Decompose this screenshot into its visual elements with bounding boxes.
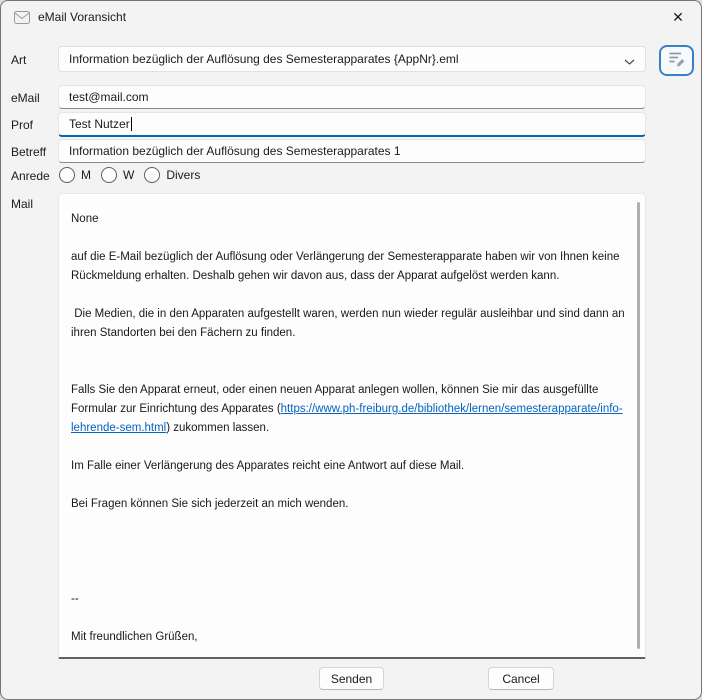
anrede-radio-group: M W Divers [59,165,210,185]
send-button[interactable]: Senden [319,667,384,690]
vertical-scrollbar[interactable] [637,202,640,649]
betreff-input[interactable]: Information bezüglich der Auflösung des … [58,139,646,163]
edit-template-button[interactable] [659,45,694,76]
email-label: eMail [11,91,40,105]
prof-input[interactable]: Test Nutzer [58,112,646,137]
betreff-input-value: Information bezüglich der Auflösung des … [69,144,401,158]
radio-icon [59,167,75,183]
radio-option-m[interactable]: M [59,167,91,183]
chevron-down-icon [624,55,635,69]
radio-label-m: M [81,168,91,182]
radio-option-w[interactable]: W [101,167,134,183]
email-input-value: test@mail.com [69,90,149,104]
prof-input-value: Test Nutzer [69,117,130,131]
mail-label: Mail [11,197,33,211]
mail-text-after-link: ) zukommen lassen. Im Falle einer Verlän… [71,422,464,653]
mail-text-before-link: None auf die E-Mail bezüglich der Auflös… [71,213,628,415]
window-title: eMail Voransicht [38,10,126,24]
envelope-icon [14,11,30,29]
anrede-label: Anrede [11,169,50,183]
radio-option-divers[interactable]: Divers [144,167,200,183]
art-combobox[interactable]: Information bezüglich der Auflösung des … [58,46,646,72]
radio-label-divers: Divers [166,168,200,182]
close-button[interactable]: ✕ [663,5,693,29]
art-label: Art [11,53,26,67]
art-combobox-value: Information bezüglich der Auflösung des … [69,52,459,66]
prof-label: Prof [11,118,33,132]
betreff-label: Betreff [11,145,46,159]
cancel-button[interactable]: Cancel [488,667,554,690]
text-caret [131,117,132,131]
radio-label-w: W [123,168,134,182]
email-preview-dialog: eMail Voransicht ✕ Art Information bezüg… [0,0,702,700]
mail-body-text: None auf die E-Mail bezüglich der Auflös… [59,194,637,653]
radio-icon [144,167,160,183]
edit-list-icon [668,50,686,72]
mail-body-textarea[interactable]: None auf die E-Mail bezüglich der Auflös… [58,193,646,659]
email-input[interactable]: test@mail.com [58,85,646,109]
titlebar[interactable]: eMail Voransicht ✕ [1,1,701,33]
radio-icon [101,167,117,183]
